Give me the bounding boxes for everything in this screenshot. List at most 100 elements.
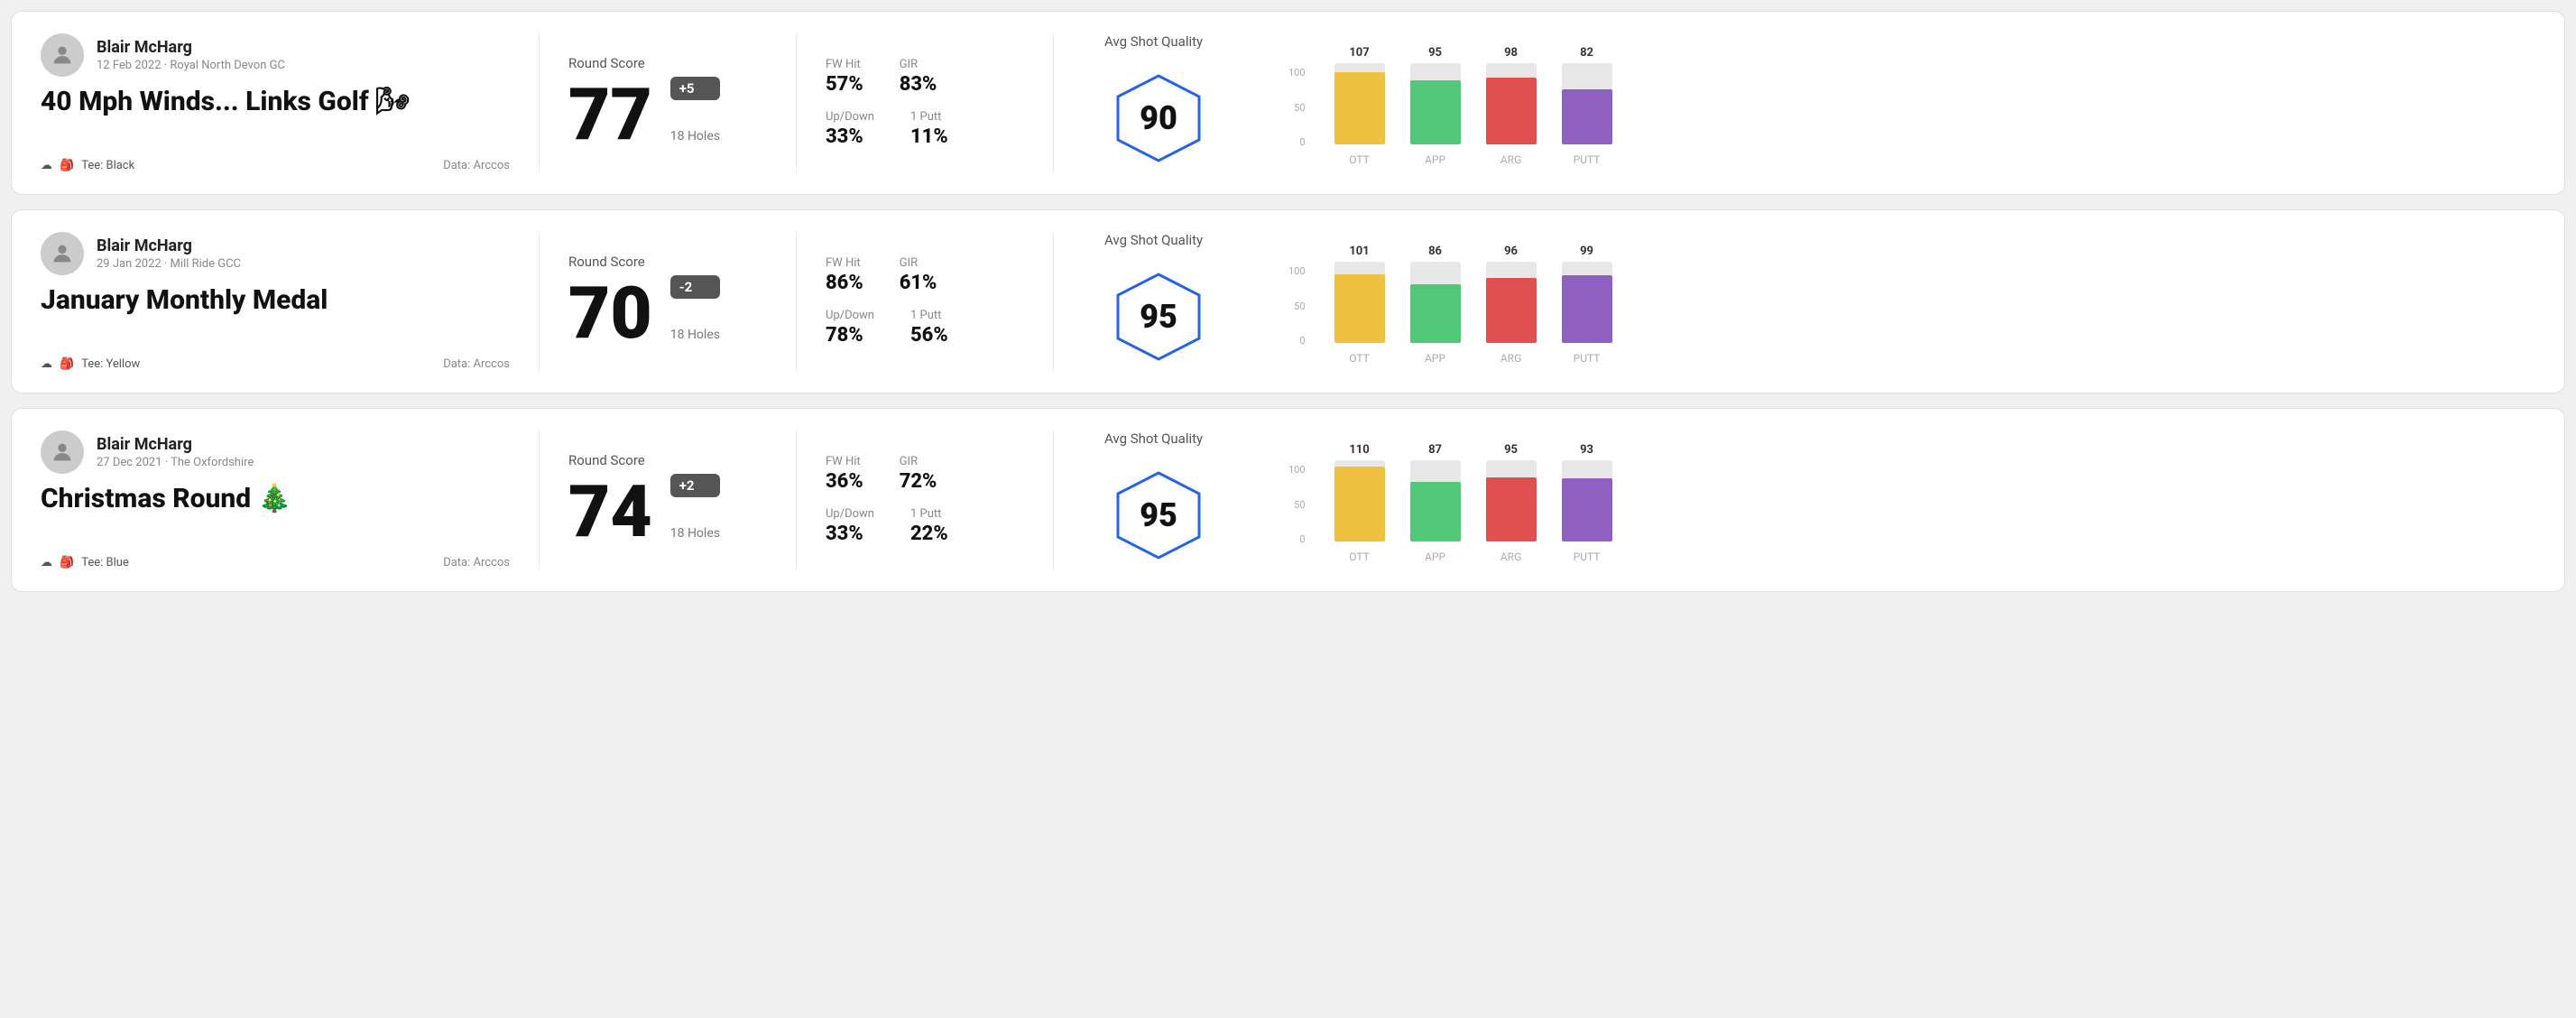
date-course: 12 Feb 2022 · Royal North Devon GC (97, 59, 285, 72)
bar-xlabel-arg: ARG (1500, 153, 1521, 166)
gir-value: 83% (900, 73, 937, 96)
bar-wrapper-putt (1562, 63, 1612, 144)
y-label-0: 0 (1288, 533, 1306, 545)
bar-value-putt: 82 (1580, 46, 1593, 60)
bar-xlabel-putt: PUTT (1574, 153, 1601, 166)
stat-gir: GIR 61% (900, 256, 937, 294)
score-badge: +5 (670, 77, 720, 100)
bottom-row: ☁ 🎒 Tee: Black Data: Arccos (41, 159, 510, 172)
updown-value: 33% (826, 125, 874, 148)
bar-value-app: 87 (1428, 443, 1442, 457)
divider-3 (1053, 33, 1054, 172)
bar-fill-app (1410, 482, 1461, 541)
stat-pair-top: FW Hit 86% GIR 61% (826, 256, 1024, 294)
avatar (41, 33, 84, 77)
y-label-0: 0 (1288, 136, 1306, 148)
holes-label: 18 Holes (670, 129, 720, 143)
user-row: Blair McHarg 27 Dec 2021 · The Oxfordshi… (41, 430, 510, 474)
bar-value-arg: 98 (1504, 46, 1518, 60)
bar-xlabel-ott: OTT (1349, 352, 1370, 365)
bar-fill-arg (1486, 278, 1537, 343)
gir-label: GIR (900, 455, 937, 468)
tee-info: ☁ 🎒 Tee: Blue (41, 556, 129, 569)
score-number: 74 (568, 476, 652, 548)
score-detail: +5 18 Holes (670, 77, 720, 143)
avatar (41, 232, 84, 275)
user-info: Blair McHarg 29 Jan 2022 · Mill Ride GCC (97, 236, 241, 271)
avatar (41, 430, 84, 474)
bar-fill-putt (1562, 478, 1612, 541)
user-name: Blair McHarg (97, 236, 241, 255)
data-source: Data: Arccos (443, 357, 510, 371)
round-title: 40 Mph Winds... Links Golf 🌬 (41, 86, 510, 117)
user-icon (50, 440, 75, 465)
stat-updown: Up/Down 78% (826, 309, 874, 347)
stats-section: FW Hit 36% GIR 72% Up/Down 33% 1 Putt 22… (826, 430, 1024, 569)
oneputt-value: 56% (910, 324, 948, 347)
bar-value-putt: 99 (1580, 245, 1593, 258)
data-source: Data: Arccos (443, 159, 510, 172)
bottom-row: ☁ 🎒 Tee: Yellow Data: Arccos (41, 357, 510, 371)
date-course: 27 Dec 2021 · The Oxfordshire (97, 456, 254, 469)
bar-group-app: 87 APP (1410, 443, 1461, 563)
bar-wrapper-arg (1486, 460, 1537, 541)
bar-xlabel-putt: PUTT (1574, 551, 1601, 563)
y-label-0: 0 (1288, 335, 1306, 347)
bar-xlabel-app: APP (1425, 551, 1445, 563)
y-label-50: 50 (1288, 102, 1306, 114)
shot-quality-label: Avg Shot Quality (1104, 33, 1203, 50)
bar-wrapper-ott (1334, 460, 1385, 541)
bar-group-putt: 93 PUTT (1562, 443, 1612, 563)
bag-icon: 🎒 (60, 556, 74, 569)
stat-gir: GIR 72% (900, 455, 937, 493)
fw-hit-label: FW Hit (826, 58, 863, 71)
score-label: Round Score (568, 452, 767, 468)
bar-xlabel-ott: OTT (1349, 153, 1370, 166)
bar-fill-app (1410, 80, 1461, 144)
holes-label: 18 Holes (670, 526, 720, 541)
bar-wrapper-app (1410, 460, 1461, 541)
bar-wrapper-ott (1334, 262, 1385, 343)
stat-fw-hit: FW Hit 36% (826, 455, 863, 493)
tee-label: Tee: Blue (81, 556, 129, 569)
stat-pair-bottom: Up/Down 33% 1 Putt 22% (826, 507, 1024, 545)
stat-oneputt: 1 Putt 22% (910, 507, 948, 545)
bar-group-ott: 107 OTT (1334, 46, 1385, 166)
tee-label: Tee: Yellow (81, 357, 140, 371)
hexagon-container: 95 (1104, 461, 1213, 569)
stat-oneputt: 1 Putt 11% (910, 110, 948, 148)
updown-label: Up/Down (826, 507, 874, 521)
user-row: Blair McHarg 29 Jan 2022 · Mill Ride GCC (41, 232, 510, 275)
bar-group-arg: 96 ARG (1486, 245, 1537, 365)
bar-xlabel-app: APP (1425, 352, 1445, 365)
score-badge: +2 (670, 474, 720, 497)
y-label-100: 100 (1288, 464, 1306, 476)
weather-icon: ☁ (41, 556, 52, 569)
score-row: 74 +2 18 Holes (568, 474, 767, 548)
score-number: 70 (568, 277, 652, 349)
bar-wrapper-app (1410, 262, 1461, 343)
updown-label: Up/Down (826, 309, 874, 322)
hexagon-container: 90 (1104, 64, 1213, 172)
gir-label: GIR (900, 58, 937, 71)
divider-1 (539, 232, 540, 371)
bar-wrapper-putt (1562, 262, 1612, 343)
bar-wrapper-putt (1562, 460, 1612, 541)
score-section: Round Score 77 +5 18 Holes (568, 33, 767, 172)
oneputt-label: 1 Putt (910, 309, 948, 322)
fw-hit-value: 57% (826, 73, 863, 96)
bar-group-app: 95 APP (1410, 46, 1461, 166)
stat-pair-top: FW Hit 57% GIR 83% (826, 58, 1024, 96)
bar-xlabel-app: APP (1425, 153, 1445, 166)
shot-quality-section: Avg Shot Quality 95 (1104, 430, 1249, 569)
chart-section: 100 50 0 110 OTT 87 APP 95 (1270, 430, 2535, 569)
bar-group-arg: 98 ARG (1486, 46, 1537, 166)
stat-oneputt: 1 Putt 56% (910, 309, 948, 347)
score-section: Round Score 70 -2 18 Holes (568, 232, 767, 371)
divider-2 (796, 232, 797, 371)
shot-quality-value: 95 (1140, 298, 1177, 336)
bar-xlabel-putt: PUTT (1574, 352, 1601, 365)
fw-hit-value: 86% (826, 272, 863, 294)
divider-3 (1053, 430, 1054, 569)
bottom-row: ☁ 🎒 Tee: Blue Data: Arccos (41, 556, 510, 569)
